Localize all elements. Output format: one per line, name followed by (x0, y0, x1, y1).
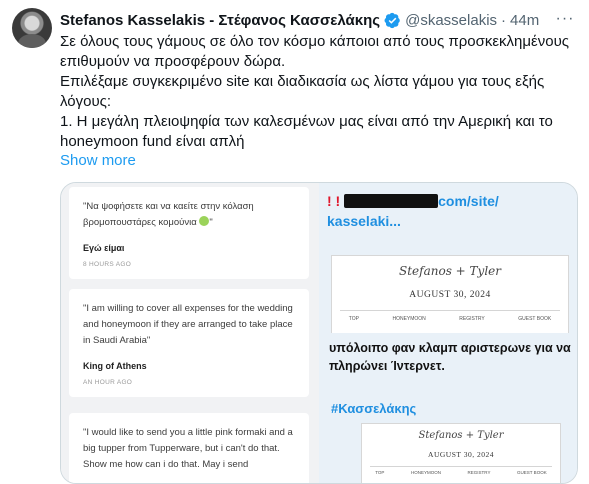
wedding-site-card: Stefanos + Tyler AUGUST 30, 2024 TOP HON… (331, 255, 569, 335)
comment-card: "I am willing to cover all expenses for … (69, 289, 309, 397)
url-line2: kasselaki... (327, 213, 401, 229)
comments-panel: "Να ψοφήσετε και να καείτε στην κόλαση β… (61, 183, 319, 483)
tweet-header: Stefanos Kasselakis - Στέφανος Κασσελάκη… (60, 10, 577, 30)
tweet-text-line: Σε όλους τους γάμους σε όλο τον κόσμο κά… (60, 33, 569, 70)
site-nav-item: REGISTRY (459, 316, 485, 322)
author-handle[interactable]: @skasselakis (405, 12, 497, 29)
comment-text-end: " (209, 217, 213, 228)
tweet-text-line: Επιλέξαμε συγκεκριμένο site και διαδικασ… (60, 73, 545, 110)
wedding-date: AUGUST 30, 2024 (409, 290, 491, 300)
exclamation-marks: ! ! (327, 193, 341, 209)
comment-text-body: "Να ψοφήσετε και να καείτε στην κόλαση β… (83, 201, 254, 228)
site-nav-item: GUEST BOOK (518, 316, 552, 322)
wedding-date: AUGUST 30, 2024 (428, 450, 494, 459)
url-suffix: com/site/ (438, 193, 499, 209)
ellipsis-icon[interactable]: ··· (553, 8, 577, 32)
comment-text: "I am willing to cover all expenses for … (83, 303, 293, 346)
hashtag: #Κασσελάκης (331, 401, 417, 416)
site-nav-item: TOP (348, 316, 359, 322)
site-nav-item: REGISTRY (467, 470, 491, 475)
avatar[interactable] (12, 8, 52, 48)
verified-badge-icon (384, 12, 400, 28)
couple-names: Stefanos + Tyler (418, 430, 504, 441)
tweet-image[interactable]: "Να ψοφήσετε και να καείτε στην κόλαση β… (60, 182, 578, 484)
site-screenshot-panel: ! ! com/site/ kasselaki... Stefanos + Ty… (319, 183, 577, 483)
tweet-text: Σε όλους τους γάμους σε όλο τον κόσμο κά… (60, 32, 580, 152)
comment-author: Εγώ είμαι (83, 243, 125, 253)
comment-card: "I would like to send you a little pink … (69, 413, 309, 483)
tweet-time[interactable]: 44m (510, 12, 539, 29)
comment-time: AN HOUR AGO (83, 379, 133, 386)
avatar-photo (18, 34, 46, 48)
image-caption: υπόλοιπο φαν κλαμπ αριστερωνε για να πλη… (329, 333, 574, 375)
divider (370, 466, 552, 467)
separator-dot: · (501, 11, 507, 29)
redaction-bar (344, 194, 439, 208)
redacted-url: ! ! com/site/ kasselaki... (327, 191, 567, 231)
site-nav-item: HONEYMOON (410, 470, 441, 475)
comment-time: 8 HOURS AGO (83, 261, 132, 268)
site-nav: TOP HONEYMOON REGISTRY GUEST BOOK (362, 470, 560, 475)
couple-names: Stefanos + Tyler (399, 264, 501, 278)
divider (340, 310, 560, 311)
site-nav-item: TOP (375, 470, 385, 475)
show-more-link[interactable]: Show more (60, 152, 136, 169)
tweet-text-line: 1. Η μεγάλη πλειοψηφία των καλεσμένων μα… (60, 113, 553, 150)
comment-author: King of Athens (83, 361, 147, 371)
comment-text: "Να ψοφήσετε και να καείτε στην κόλαση β… (83, 199, 295, 231)
site-nav: TOP HONEYMOON REGISTRY GUEST BOOK (332, 316, 568, 322)
nauseated-face-icon (199, 216, 210, 226)
comment-card: "Να ψοφήσετε και να καείτε στην κόλαση β… (69, 187, 309, 279)
site-nav-item: GUEST BOOK (517, 470, 547, 475)
comment-text: "I would like to send you a little pink … (83, 427, 293, 470)
wedding-site-card-secondary: Stefanos + Tyler AUGUST 30, 2024 TOP HON… (361, 423, 561, 483)
site-nav-item: HONEYMOON (392, 316, 426, 322)
author-name[interactable]: Stefanos Kasselakis - Στέφανος Κασσελάκη… (60, 12, 380, 29)
